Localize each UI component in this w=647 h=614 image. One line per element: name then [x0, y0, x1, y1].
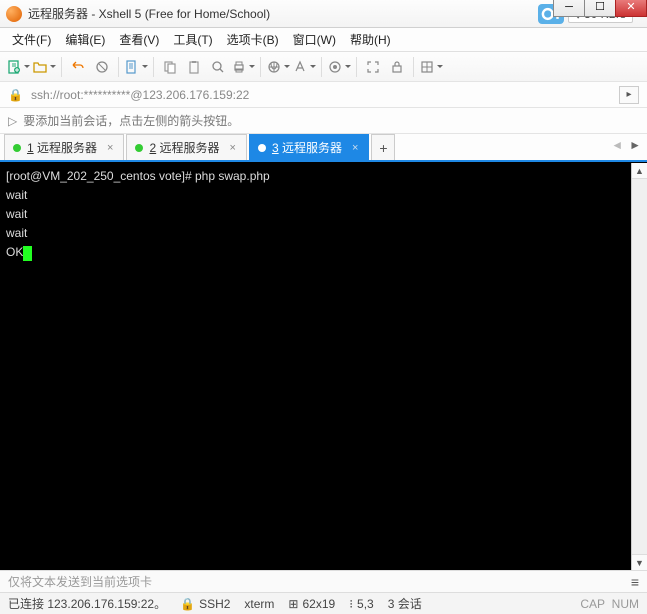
- address-text[interactable]: ssh://root:**********@123.206.176.159:22: [31, 88, 249, 102]
- menu-help[interactable]: 帮助(H): [344, 28, 397, 51]
- main-toolbar: [0, 52, 647, 82]
- lock-button[interactable]: [386, 56, 408, 78]
- terminal-scrollbar[interactable]: ▲ ▼: [631, 163, 647, 570]
- status-bar: 已连接 123.206.176.159:22。 🔒SSH2 xterm ⊞ 62…: [0, 592, 647, 614]
- maximize-button[interactable]: ☐: [584, 0, 616, 17]
- status-keylock: CAP NUM: [580, 597, 639, 611]
- tab-close-icon[interactable]: ×: [107, 142, 113, 154]
- tab-close-icon[interactable]: ×: [230, 142, 236, 154]
- status-dot-icon: [135, 144, 143, 152]
- status-sessions: 3 会话: [388, 595, 422, 612]
- status-connection: 已连接 123.206.176.159:22。: [8, 595, 166, 612]
- menu-edit[interactable]: 编辑(E): [59, 28, 111, 51]
- scroll-down-icon[interactable]: ▼: [632, 554, 647, 570]
- hint-text: 要添加当前会话，点击左侧的箭头按钮。: [23, 112, 239, 129]
- tab-session-1[interactable]: 1 远程服务器 ×: [4, 134, 124, 160]
- hint-bar: ▷ 要添加当前会话，点击左侧的箭头按钮。: [0, 108, 647, 134]
- tab-next-icon[interactable]: ►: [629, 138, 641, 152]
- menu-view[interactable]: 查看(V): [113, 28, 165, 51]
- menu-window[interactable]: 窗口(W): [287, 28, 342, 51]
- tab-close-icon[interactable]: ×: [352, 142, 358, 154]
- status-protocol: 🔒SSH2: [180, 597, 230, 611]
- terminal[interactable]: [root@VM_202_250_centos vote]# php swap.…: [0, 163, 631, 570]
- reconnect-button[interactable]: [67, 56, 89, 78]
- window-title: 远程服务器 - Xshell 5 (Free for Home/School): [28, 5, 538, 22]
- tab-nav: ◄ ►: [611, 138, 641, 152]
- disconnect-button[interactable]: [91, 56, 113, 78]
- paste-button[interactable]: [183, 56, 205, 78]
- scroll-up-icon[interactable]: ▲: [632, 163, 647, 179]
- tab-bar: 1 远程服务器 × 2 远程服务器 × 3 远程服务器 × + ◄ ►: [0, 134, 647, 162]
- address-go-button[interactable]: ▸: [619, 86, 639, 104]
- scroll-track[interactable]: [632, 179, 647, 554]
- hint-icon: ▷: [8, 114, 17, 128]
- open-button[interactable]: [32, 56, 56, 78]
- send-menu-icon[interactable]: ≡: [631, 574, 639, 590]
- titlebar: 远程服务器 - Xshell 5 (Free for Home/School) …: [0, 0, 647, 28]
- status-coord: ⁝ 5,3: [349, 597, 374, 611]
- tab-session-3[interactable]: 3 远程服务器 ×: [249, 134, 369, 160]
- status-dot-icon: [258, 144, 266, 152]
- menu-tools[interactable]: 工具(T): [167, 28, 218, 51]
- print-button[interactable]: [231, 56, 255, 78]
- terminal-cursor: [23, 246, 32, 261]
- send-placeholder: 仅将文本发送到当前选项卡: [8, 573, 152, 590]
- lock-icon: 🔒: [180, 597, 195, 611]
- font-button[interactable]: [292, 56, 316, 78]
- copy-button[interactable]: [159, 56, 181, 78]
- properties-button[interactable]: [124, 56, 148, 78]
- window-controls: ─ ☐ ✕: [554, 0, 647, 17]
- menubar: 文件(F) 编辑(E) 查看(V) 工具(T) 选项卡(B) 窗口(W) 帮助(…: [0, 28, 647, 52]
- address-bar: 🔒 ssh://root:**********@123.206.176.159:…: [0, 82, 647, 108]
- find-button[interactable]: [207, 56, 229, 78]
- tab-add-button[interactable]: +: [371, 134, 395, 160]
- minimize-button[interactable]: ─: [553, 0, 585, 17]
- menu-file[interactable]: 文件(F): [6, 28, 57, 51]
- close-button[interactable]: ✕: [615, 0, 647, 17]
- tab-session-2[interactable]: 2 远程服务器 ×: [126, 134, 246, 160]
- new-session-button[interactable]: [6, 56, 30, 78]
- color-scheme-button[interactable]: [327, 56, 351, 78]
- lock-icon: 🔒: [8, 88, 23, 102]
- terminal-area: [root@VM_202_250_centos vote]# php swap.…: [0, 162, 647, 570]
- app-icon: [6, 6, 22, 22]
- fullscreen-button[interactable]: [362, 56, 384, 78]
- grid-icon: ⊞: [288, 597, 298, 611]
- layout-button[interactable]: [419, 56, 443, 78]
- tab-prev-icon[interactable]: ◄: [611, 138, 623, 152]
- globe-button[interactable]: [266, 56, 290, 78]
- menu-tab[interactable]: 选项卡(B): [221, 28, 285, 51]
- status-size: ⊞ 62x19: [288, 597, 335, 611]
- status-dot-icon: [13, 144, 21, 152]
- send-bar[interactable]: 仅将文本发送到当前选项卡 ≡: [0, 570, 647, 592]
- status-termtype: xterm: [244, 597, 274, 611]
